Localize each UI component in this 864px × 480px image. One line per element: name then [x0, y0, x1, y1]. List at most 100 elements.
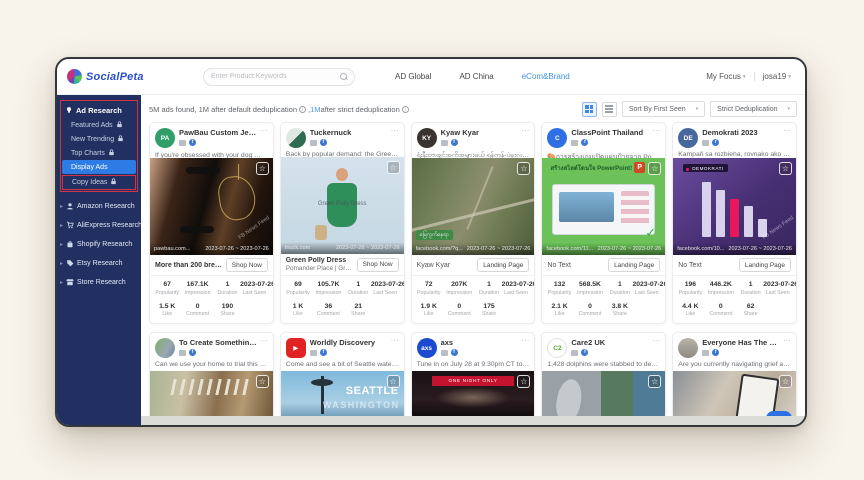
- favorite-star-button[interactable]: ☆: [387, 375, 400, 388]
- avatar[interactable]: ▶: [286, 338, 306, 358]
- sidebar-item-copy-ideas[interactable]: Copy Ideas: [62, 175, 136, 190]
- ad-description: 1,428 dolphins were stabbed to death in …: [542, 360, 665, 371]
- cta-button[interactable]: Shop Now: [357, 258, 399, 272]
- facebook-icon: f: [581, 139, 588, 146]
- sidebar-item-new-trending[interactable]: New Trending: [62, 132, 136, 146]
- ad-domain-link[interactable]: pawbau.com...: [154, 246, 190, 252]
- card-menu-button[interactable]: ···: [652, 128, 660, 134]
- deduplication-select[interactable]: Strict Deduplication ▾: [710, 101, 797, 117]
- favorite-star-button[interactable]: ☆: [256, 162, 269, 175]
- ad-domain-link[interactable]: facebook.com/?q...: [416, 246, 463, 252]
- favorite-star-button[interactable]: ☆: [517, 375, 530, 388]
- advertiser-name[interactable]: Everyone Has The Freedom To...: [702, 338, 780, 347]
- card-menu-button[interactable]: ···: [783, 338, 791, 344]
- advertiser-name[interactable]: Tuckernuck: [310, 128, 388, 137]
- stat-popularity: 67Popularity: [154, 281, 180, 296]
- sidebar-item-amazon-research[interactable]: ▸Amazon Research: [57, 197, 141, 216]
- ad-date-range: 2023-07-26 ~ 2023-07-26: [205, 246, 269, 252]
- cta-button[interactable]: Shop Now: [226, 258, 268, 272]
- ad-domain-link[interactable]: facebook.com/10...: [677, 246, 724, 252]
- sidebar-item-aliexpress-research[interactable]: ▸AliExpress Research: [57, 216, 141, 235]
- avatar[interactable]: KY: [417, 128, 437, 148]
- ad-creative-image[interactable]: ☆: [673, 371, 796, 419]
- favorite-star-button[interactable]: ☆: [517, 162, 530, 175]
- nav-ad-china[interactable]: AD China: [459, 72, 493, 81]
- info-icon[interactable]: i: [299, 106, 306, 113]
- ad-creative-image[interactable]: ☆: [150, 371, 273, 419]
- ad-creative-image[interactable]: ☆ONE NIGHT ONLY: [412, 371, 535, 419]
- sidebar-item-display-ads[interactable]: Display Ads: [62, 160, 136, 174]
- sidebar-item-etsy-research[interactable]: ▸Etsy Research: [57, 254, 141, 273]
- sidebar-item-ad-research[interactable]: Ad Research: [62, 102, 136, 118]
- search-input[interactable]: [211, 73, 336, 80]
- ad-domain-link[interactable]: facebook.com/11...: [546, 246, 593, 252]
- stat-impression: 568.5KImpression: [573, 281, 607, 296]
- avatar[interactable]: [678, 338, 698, 358]
- product-search-box[interactable]: [203, 68, 355, 86]
- ad-domain-link[interactable]: tnuck.com: [285, 245, 311, 251]
- avatar[interactable]: C2: [547, 338, 567, 358]
- cta-button[interactable]: Landing Page: [477, 258, 529, 272]
- nav-ecom-brand[interactable]: eCom&Brand: [522, 72, 570, 81]
- list-view-button[interactable]: [602, 102, 617, 117]
- stat-share: 21Share: [346, 303, 371, 318]
- avatar[interactable]: PA: [155, 128, 175, 148]
- card-menu-button[interactable]: ···: [521, 338, 529, 344]
- user-menu[interactable]: josa19 ▾: [763, 72, 791, 81]
- ad-type-icon: [179, 350, 186, 356]
- nav-ad-global[interactable]: AD Global: [395, 72, 431, 81]
- advertiser-name[interactable]: Demokrati 2023: [702, 128, 780, 137]
- stat-duration: 1Duration: [215, 281, 240, 296]
- ad-creative-image[interactable]: ☆: [542, 371, 665, 419]
- favorite-star-button[interactable]: ☆: [387, 161, 400, 174]
- ad-creative-image[interactable]: ☆FB News Feedpawbau.com...2023-07-26 ~ 2…: [150, 158, 273, 255]
- advertiser-name[interactable]: PawBau Custom Jewelry: [179, 128, 257, 137]
- advertiser-name[interactable]: To Create Something Exceptio...: [179, 338, 257, 347]
- advertiser-name[interactable]: ClassPoint Thailand: [571, 128, 649, 137]
- ad-creative-image[interactable]: ☆Green Polly Dresstnuck.com2023-07-26 ~ …: [281, 157, 404, 254]
- strict-dedup-count-link[interactable]: 1M: [310, 105, 320, 114]
- favorite-star-button[interactable]: ☆: [648, 162, 661, 175]
- card-menu-button[interactable]: ···: [652, 338, 660, 344]
- advertiser-name[interactable]: Care2 UK: [571, 338, 649, 347]
- card-menu-button[interactable]: ···: [391, 128, 399, 134]
- sidebar-item-shopify-research[interactable]: ▸Shopify Research: [57, 235, 141, 254]
- stat-impression: 446.2KImpression: [704, 281, 738, 296]
- ad-creative-image[interactable]: ☆မြေကွက်နေရာfacebook.com/?q...2023-07-26…: [412, 158, 535, 255]
- favorite-star-button[interactable]: ☆: [779, 375, 792, 388]
- cta-button[interactable]: Landing Page: [608, 258, 660, 272]
- avatar[interactable]: axs: [417, 338, 437, 358]
- advertiser-name[interactable]: Worldly Discovery: [310, 338, 388, 347]
- sidebar-item-top-charts[interactable]: Top Charts: [62, 146, 136, 160]
- avatar[interactable]: [155, 338, 175, 358]
- info-icon[interactable]: i: [402, 106, 409, 113]
- avatar[interactable]: DE: [678, 128, 698, 148]
- app-window: SocialPeta AD Global AD China eCom&Brand M…: [55, 57, 807, 427]
- avatar[interactable]: C: [547, 128, 567, 148]
- ad-creative-image[interactable]: ☆สร้างสไลด์โดนใจ PowerPoint!P✓facebook.c…: [542, 158, 665, 255]
- ad-creative-image[interactable]: ☆SEATTLEWASHINGTON: [281, 371, 404, 419]
- stat-popularity: 72Popularity: [416, 281, 442, 296]
- stat-share: 190Share: [215, 303, 240, 318]
- card-menu-button[interactable]: ···: [260, 128, 268, 134]
- sidebar-item-store-research[interactable]: ▸Store Research: [57, 273, 141, 292]
- favorite-star-button[interactable]: ☆: [779, 162, 792, 175]
- ad-creative-image[interactable]: ☆FB News FeedDEMOKRATIfacebook.com/10...…: [673, 158, 796, 255]
- favorite-star-button[interactable]: ☆: [256, 375, 269, 388]
- card-menu-button[interactable]: ···: [391, 338, 399, 344]
- card-menu-button[interactable]: ···: [783, 128, 791, 134]
- facebook-icon: f: [451, 349, 458, 356]
- avatar[interactable]: [286, 128, 306, 148]
- advertiser-name[interactable]: axs: [441, 338, 519, 347]
- card-menu-button[interactable]: ···: [260, 338, 268, 344]
- favorite-star-button[interactable]: ☆: [648, 375, 661, 388]
- stat-like: 1.5 KLike: [154, 303, 180, 318]
- my-focus-menu[interactable]: My Focus ▾: [706, 72, 745, 81]
- grid-view-button[interactable]: [582, 102, 597, 117]
- sort-select[interactable]: Sort By First Seen ▾: [622, 101, 705, 117]
- advertiser-name[interactable]: Kyaw Kyar: [441, 128, 519, 137]
- card-menu-button[interactable]: ···: [521, 128, 529, 134]
- cta-button[interactable]: Landing Page: [739, 258, 791, 272]
- sidebar-item-featured-ads[interactable]: Featured Ads: [62, 118, 136, 132]
- socialpeta-logo[interactable]: SocialPeta: [67, 69, 183, 84]
